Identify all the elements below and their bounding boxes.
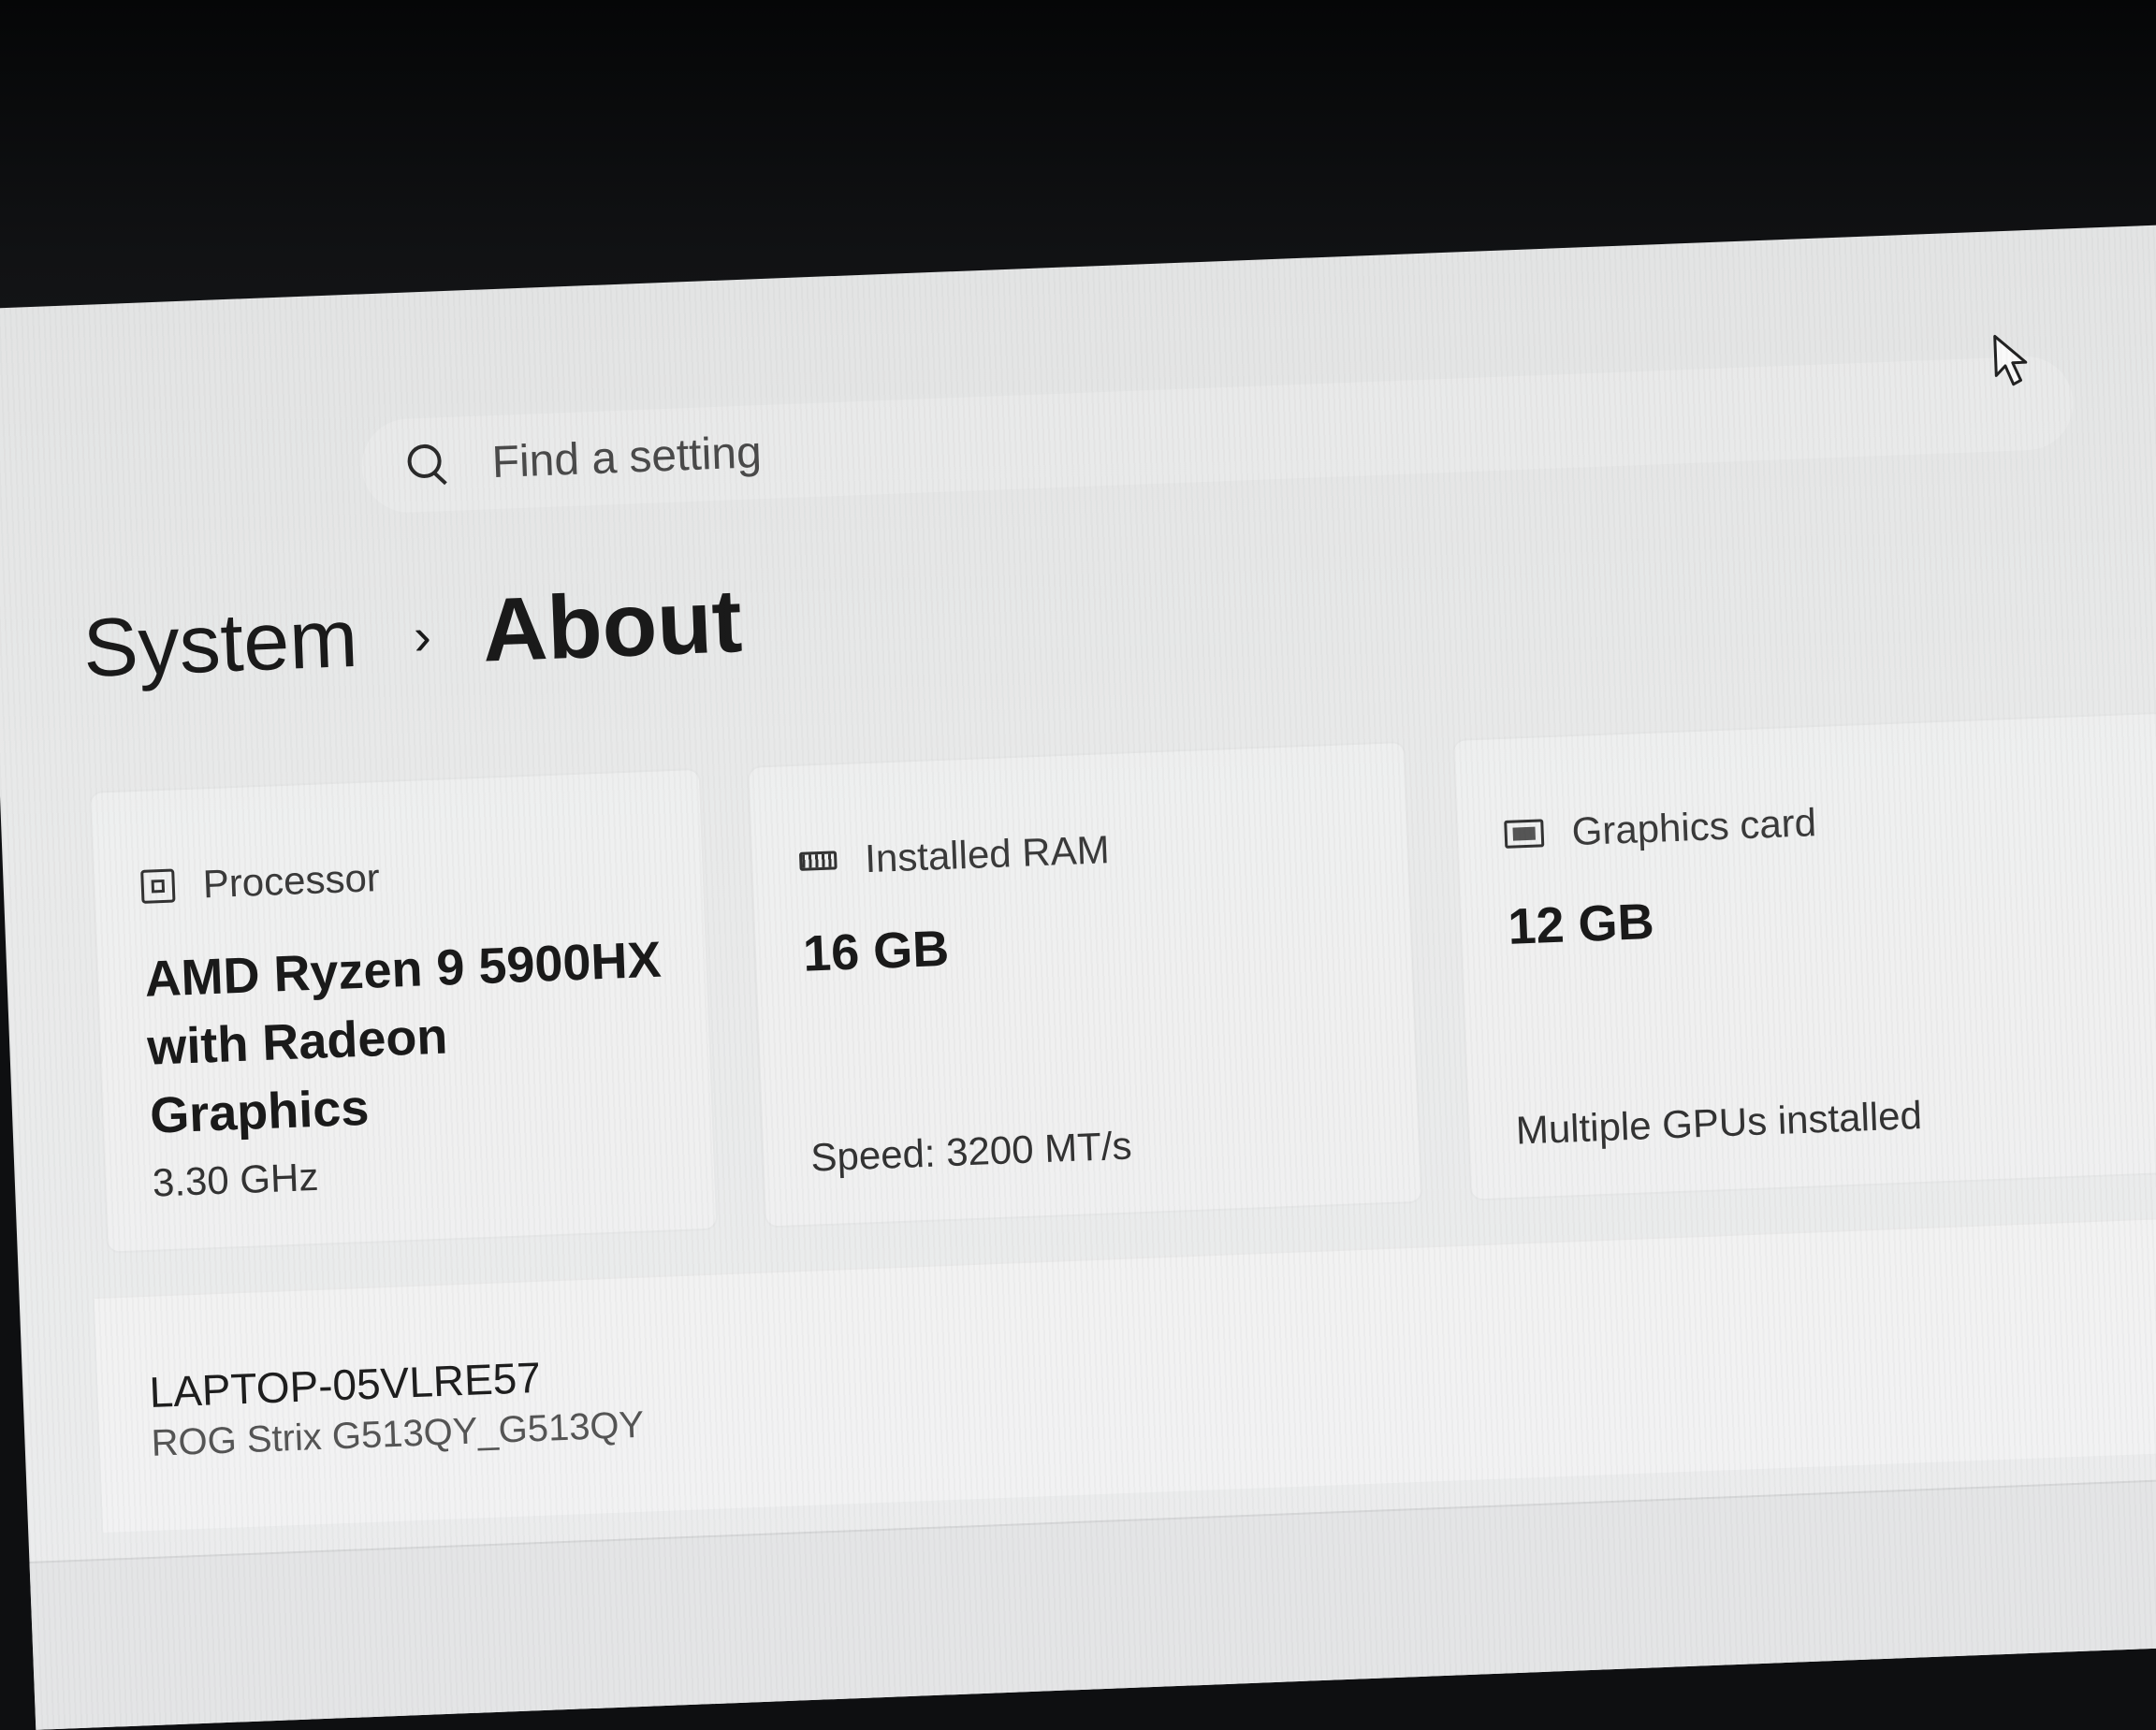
ram-speed: Speed: 3200 MT/s xyxy=(809,1123,1133,1180)
ram-module-icon xyxy=(798,850,838,871)
processor-card: Processor AMD Ryzen 9 5900HX with Radeon… xyxy=(88,767,719,1254)
search-input[interactable] xyxy=(488,385,1804,489)
graphics-card-header: Graphics card xyxy=(1504,800,1817,857)
processor-title: Processor xyxy=(201,855,381,907)
ram-value: 16 GB xyxy=(801,920,951,982)
breadcrumb: System › About xyxy=(81,570,744,698)
graphics-value: 12 GB xyxy=(1507,893,1655,955)
device-name-panel: LAPTOP-05VLRE57 ROG Strix G513QY_G513QY xyxy=(94,1211,2156,1533)
search-icon xyxy=(403,440,454,490)
breadcrumb-system-link[interactable]: System xyxy=(81,590,359,696)
ram-card-header: Installed RAM xyxy=(798,827,1110,884)
graphics-info: Multiple GPUs installed xyxy=(1515,1093,1923,1153)
graphics-title: Graphics card xyxy=(1570,800,1817,854)
ram-card: Installed RAM 16 GB Speed: 3200 MT/s xyxy=(747,740,1423,1228)
search-box[interactable] xyxy=(359,355,2076,515)
ram-title: Installed RAM xyxy=(864,827,1111,881)
graphics-card-icon xyxy=(1504,819,1545,849)
device-name: LAPTOP-05VLRE57 xyxy=(148,1352,542,1417)
processor-value: AMD Ryzen 9 5900HX with Radeon Graphics xyxy=(143,931,663,1144)
settings-window: System › About Processor AMD Ryzen 9 590… xyxy=(0,224,2156,1730)
mouse-pointer-icon xyxy=(1993,334,2028,386)
page-title: About xyxy=(480,571,744,681)
device-specs-cards: Processor AMD Ryzen 9 5900HX with Radeon… xyxy=(88,711,2156,1254)
processor-speed: 3.30 GHz xyxy=(152,1154,320,1205)
chevron-right-icon: › xyxy=(412,605,433,666)
processor-chip-icon xyxy=(140,868,176,904)
processor-card-header: Processor xyxy=(140,855,381,909)
graphics-card: Graphics card 12 GB Multiple GPUs instal… xyxy=(1451,711,2156,1201)
